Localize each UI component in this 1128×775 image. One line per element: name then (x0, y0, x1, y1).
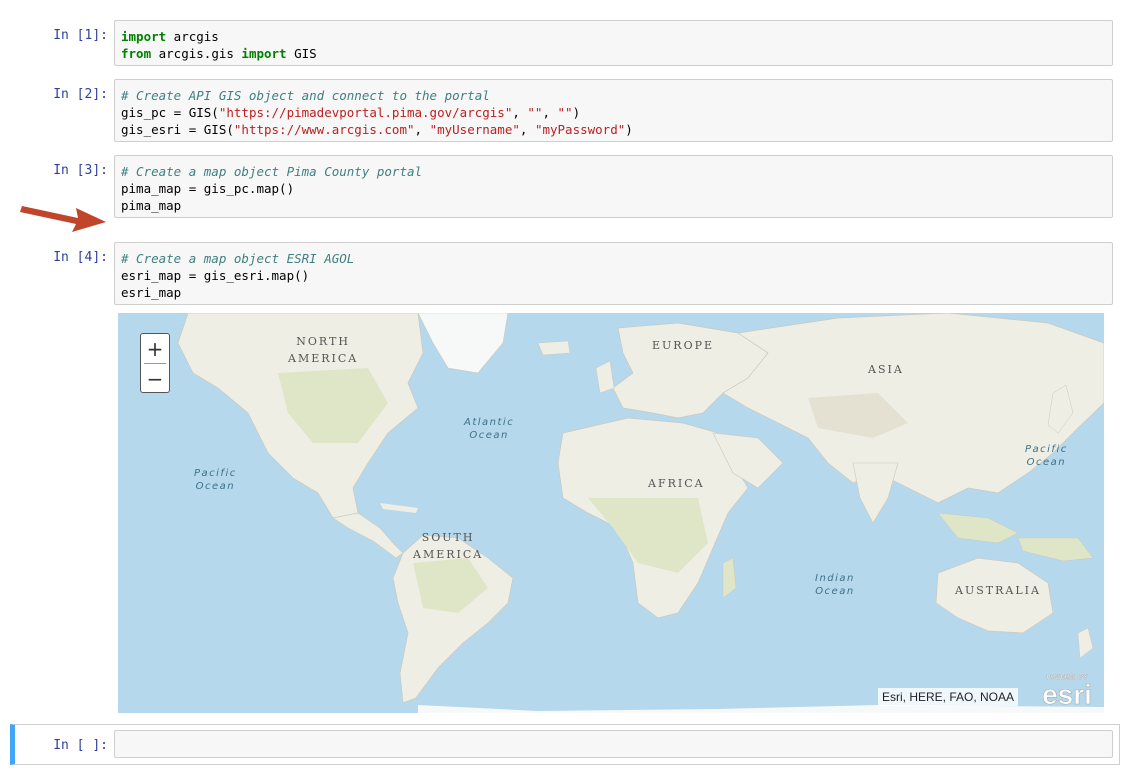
label-australia: AUSTRALIA (955, 584, 1041, 597)
label-line: Ocean (1026, 457, 1067, 468)
code-input[interactable]: # Create a map object Pima County portal… (114, 155, 1113, 218)
code-token: esri_map = gis_esri.map() (121, 268, 310, 283)
code-line: gis_esri = GIS("https://www.arcgis.com",… (121, 121, 1106, 138)
zoom-in-button[interactable]: + (141, 334, 169, 363)
code-token: , (542, 105, 558, 120)
map-attribution[interactable]: Esri, HERE, FAO, NOAA (878, 688, 1019, 706)
cell-prompt: In [3]: (53, 163, 108, 178)
code-token: gis_esri = GIS( (121, 122, 234, 137)
code-token: ) (572, 105, 581, 120)
label-north-america: NORTH AMERICA (288, 333, 358, 367)
code-line: esri_map (121, 284, 1106, 301)
code-token: "myPassword" (534, 122, 626, 137)
code-token: # Create a map object ESRI AGOL (121, 251, 355, 266)
code-token: , (512, 105, 528, 120)
code-line: gis_pc = GIS("https://pimadevportal.pima… (121, 104, 1106, 121)
label-line: Pacific (194, 468, 237, 479)
cell-prompt: In [1]: (53, 28, 108, 43)
code-token: , (519, 122, 535, 137)
annotation-arrow-icon (20, 206, 106, 232)
code-line: # Create a map object Pima County portal (121, 163, 1106, 180)
code-token: , (414, 122, 430, 137)
code-token: "" (557, 105, 573, 120)
label-indian-ocean: Indian Ocean (815, 572, 855, 598)
label-europe: EUROPE (652, 339, 715, 352)
code-token: from (121, 46, 152, 61)
cell-prompt: In [ ]: (53, 738, 108, 753)
label-atlantic-ocean: Atlantic Ocean (464, 416, 514, 442)
label-line: SOUTH (421, 531, 475, 544)
code-line: import arcgis (121, 28, 1106, 45)
label-line: NORTH (296, 335, 350, 348)
world-basemap[interactable] (118, 313, 1104, 713)
label-line: Atlantic (464, 417, 515, 428)
code-line: # Create a map object ESRI AGOL (121, 250, 1106, 267)
label-line: Pacific (1025, 444, 1068, 455)
label-line: Ocean (815, 586, 855, 597)
zoom-out-button[interactable]: − (141, 364, 169, 393)
code-input[interactable]: # Create a map object ESRI AGOL esri_map … (114, 242, 1113, 305)
label-asia: ASIA (868, 363, 904, 376)
code-token: arcgis.gis (151, 46, 242, 61)
label-south-america: SOUTH AMERICA (413, 529, 483, 563)
cell-prompt: In [2]: (53, 87, 108, 102)
code-line: esri_map = gis_esri.map() (121, 267, 1106, 284)
code-token: GIS (286, 46, 317, 61)
code-token: arcgis (166, 29, 219, 44)
label-line: AMERICA (288, 352, 359, 365)
code-token: "myUsername" (429, 122, 520, 137)
label-line: Ocean (469, 430, 509, 441)
esri-logo-name: esri (1042, 679, 1092, 707)
code-token: # Create a map object Pima County portal (121, 164, 423, 179)
label-africa: AFRICA (648, 477, 705, 490)
code-line: from arcgis.gis import GIS (121, 45, 1106, 62)
label-pacific-ocean-west: Pacific Ocean (194, 467, 237, 493)
label-line: Ocean (195, 481, 236, 492)
code-token: import (121, 29, 167, 44)
code-input[interactable]: # Create API GIS object and connect to t… (114, 79, 1113, 142)
code-line: pima_map (121, 197, 1106, 214)
code-line: # Create API GIS object and connect to t… (121, 87, 1106, 104)
label-line: AMERICA (413, 548, 484, 561)
label-pacific-ocean-east: Pacific Ocean (1025, 443, 1068, 469)
code-token: # Create API GIS object and connect to t… (121, 88, 490, 103)
code-token: import (241, 46, 287, 61)
code-token: esri_map (121, 285, 182, 300)
zoom-control: + − (140, 333, 170, 393)
code-token: gis_pc = GIS( (121, 105, 219, 120)
map-widget[interactable]: + − NORTH AMERICA EUROPE ASIA AFRICA SOU… (118, 313, 1104, 713)
code-token: "https://www.arcgis.com" (233, 122, 415, 137)
code-token: ) (625, 122, 633, 137)
code-token: "https://pimadevportal.pima.gov/arcgis" (218, 105, 513, 120)
code-line: pima_map = gis_pc.map() (121, 180, 1106, 197)
code-input[interactable]: import arcgis from arcgis.gis import GIS (114, 20, 1113, 66)
esri-logo-icon[interactable]: POWERED BY esri (1036, 671, 1098, 707)
code-token: pima_map = gis_pc.map() (121, 181, 295, 196)
label-line: Indian (815, 573, 855, 584)
cell-prompt: In [4]: (53, 250, 108, 265)
code-token: "" (527, 105, 543, 120)
code-input[interactable] (114, 730, 1113, 758)
code-token: pima_map (121, 198, 182, 213)
